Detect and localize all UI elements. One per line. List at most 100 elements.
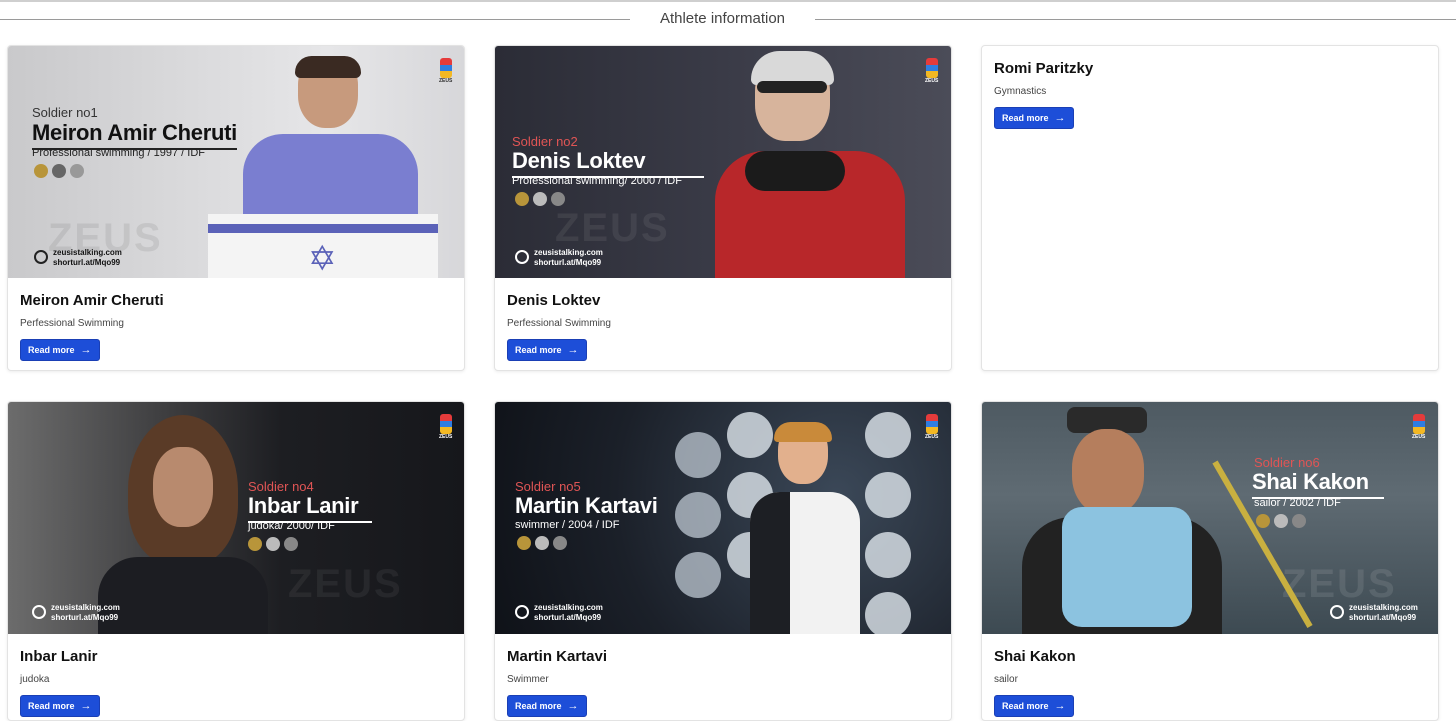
unit-emblem-icon: [52, 164, 66, 178]
zeus-logo-text: ZEUS: [925, 78, 939, 84]
athlete-photo: [1022, 407, 1272, 634]
athlete-photo: [740, 422, 870, 634]
idf-emblem-icon: [1256, 514, 1270, 528]
section-title: Athlete information: [659, 10, 786, 27]
athlete-poster[interactable]: ZEUS ✡ Soldier no1 Meiron Amir Cheruti P…: [8, 46, 464, 278]
athlete-poster[interactable]: ZEUS Soldier no6 Shai Kakon sailor / 200…: [982, 402, 1438, 634]
zeus-logo-icon: [440, 414, 452, 434]
athlete-card: ZEUS ✡ Soldier no1 Meiron Amir Cheruti P…: [7, 45, 465, 371]
arrow-right-icon: →: [567, 699, 579, 712]
card-body: Inbar Lanir judoka Read more →: [8, 634, 464, 720]
poster-soldier-label: Soldier no4: [248, 479, 314, 494]
poster-athlete-name: Meiron Amir Cheruti: [32, 120, 237, 150]
olympic-emblem-icon: [70, 164, 84, 178]
globe-icon: [515, 250, 529, 264]
athlete-name: Martin Kartavi: [507, 648, 608, 665]
athlete-sport: Gymnastics: [994, 86, 1047, 97]
poster-badges: [517, 536, 567, 550]
poster-site-links: zeusistalking.com shorturl.at/Mqo99: [51, 603, 120, 622]
athlete-photo: [98, 407, 268, 634]
poster-site-links: zeusistalking.com shorturl.at/Mqo99: [534, 603, 603, 622]
arrow-right-icon: →: [1054, 111, 1066, 124]
poster-soldier-label: Soldier no1: [32, 105, 98, 120]
olympic-emblem-icon: [284, 537, 298, 551]
globe-icon: [1330, 605, 1344, 619]
zeus-logo-icon: [926, 414, 938, 434]
olympic-emblem-icon: [1292, 514, 1306, 528]
read-more-button[interactable]: Read more →: [994, 107, 1074, 129]
zeus-logo-text: ZEUS: [925, 434, 939, 440]
card-body: Meiron Amir Cheruti Perfessional Swimmin…: [8, 278, 464, 370]
athlete-card: Romi Paritzky Gymnastics Read more →: [981, 45, 1439, 371]
zeus-logo-text: ZEUS: [439, 434, 453, 440]
athlete-name: Denis Loktev: [507, 292, 601, 309]
arrow-right-icon: →: [80, 699, 92, 712]
athlete-poster[interactable]: ZEUS Soldier no2 Denis Loktev Profession…: [495, 46, 951, 278]
poster-badges: [248, 537, 298, 551]
globe-icon: [32, 605, 46, 619]
poster-soldier-label: Soldier no6: [1254, 455, 1320, 470]
card-body: Shai Kakon sailor Read more →: [982, 634, 1438, 720]
athlete-poster[interactable]: ZEUS Soldier no4 Inbar Lanir judoka/ 200…: [8, 402, 464, 634]
athlete-sport: Perfessional Swimming: [20, 318, 124, 329]
read-more-button[interactable]: Read more →: [507, 339, 587, 361]
athlete-name: Meiron Amir Cheruti: [20, 292, 164, 309]
poster-athlete-name: Inbar Lanir: [248, 493, 372, 523]
poster-badges: [1256, 514, 1306, 528]
athlete-poster[interactable]: Soldier no5 Martin Kartavi swimmer / 200…: [495, 402, 951, 634]
zeus-logo-icon: [440, 58, 452, 78]
arrow-right-icon: →: [1054, 699, 1066, 712]
poster-badges: [515, 192, 565, 206]
top-border: [0, 0, 1456, 2]
zeus-logo-text: ZEUS: [1412, 434, 1426, 440]
idf-emblem-icon: [515, 192, 529, 206]
athlete-card: Soldier no5 Martin Kartavi swimmer / 200…: [494, 401, 952, 721]
poster-details: Professional swimming/ 2000 / IDF: [512, 175, 682, 187]
card-body: Martin Kartavi Swimmer Read more →: [495, 634, 951, 720]
poster-soldier-label: Soldier no2: [512, 134, 578, 149]
read-more-button[interactable]: Read more →: [20, 339, 100, 361]
arrow-right-icon: →: [80, 343, 92, 356]
poster-details: swimmer / 2004 / IDF: [515, 519, 620, 531]
unit-emblem-icon: [266, 537, 280, 551]
section-header: Athlete information: [0, 8, 1456, 32]
zeus-logo-icon: [926, 58, 938, 78]
olympic-emblem-icon: [553, 536, 567, 550]
card-body: Romi Paritzky Gymnastics Read more →: [982, 46, 1438, 141]
poster-site-links: zeusistalking.com shorturl.at/Mqo99: [534, 248, 603, 267]
israel-flag-image: ✡: [208, 214, 438, 278]
athlete-card: ZEUS Soldier no2 Denis Loktev Profession…: [494, 45, 952, 371]
unit-emblem-icon: [533, 192, 547, 206]
watermark: ZEUS: [288, 562, 403, 606]
athlete-sport: judoka: [20, 674, 50, 685]
poster-site-links: zeusistalking.com shorturl.at/Mqo99: [1349, 603, 1418, 622]
poster-details: sailor / 2002 / IDF: [1254, 497, 1341, 509]
poster-site-links: zeusistalking.com shorturl.at/Mqo99: [53, 248, 122, 267]
unit-emblem-icon: [1274, 514, 1288, 528]
athlete-card: ZEUS Soldier no6 Shai Kakon sailor / 200…: [981, 401, 1439, 721]
athlete-name: Inbar Lanir: [20, 648, 98, 665]
poster-badges: [34, 164, 84, 178]
globe-icon: [515, 605, 529, 619]
zeus-logo-text: ZEUS: [439, 78, 453, 84]
athlete-photo: [715, 51, 925, 278]
athlete-name: Shai Kakon: [994, 648, 1076, 665]
zeus-logo-icon: [1413, 414, 1425, 434]
athlete-sport: Perfessional Swimming: [507, 318, 611, 329]
idf-emblem-icon: [34, 164, 48, 178]
header-rule-left: [0, 19, 630, 20]
globe-icon: [34, 250, 48, 264]
idf-emblem-icon: [517, 536, 531, 550]
athlete-card: ZEUS Soldier no4 Inbar Lanir judoka/ 200…: [7, 401, 465, 721]
header-rule-right: [815, 19, 1456, 20]
olympic-emblem-icon: [551, 192, 565, 206]
card-body: Denis Loktev Perfessional Swimming Read …: [495, 278, 951, 370]
poster-soldier-label: Soldier no5: [515, 479, 581, 494]
athlete-sport: sailor: [994, 674, 1018, 685]
unit-emblem-icon: [535, 536, 549, 550]
poster-athlete-name: Denis Loktev: [512, 148, 704, 178]
poster-details: Professional swimming / 1997 / IDF: [32, 147, 206, 159]
idf-emblem-icon: [248, 537, 262, 551]
watermark: ZEUS: [555, 206, 670, 250]
poster-details: judoka/ 2000/ IDF: [248, 520, 335, 532]
